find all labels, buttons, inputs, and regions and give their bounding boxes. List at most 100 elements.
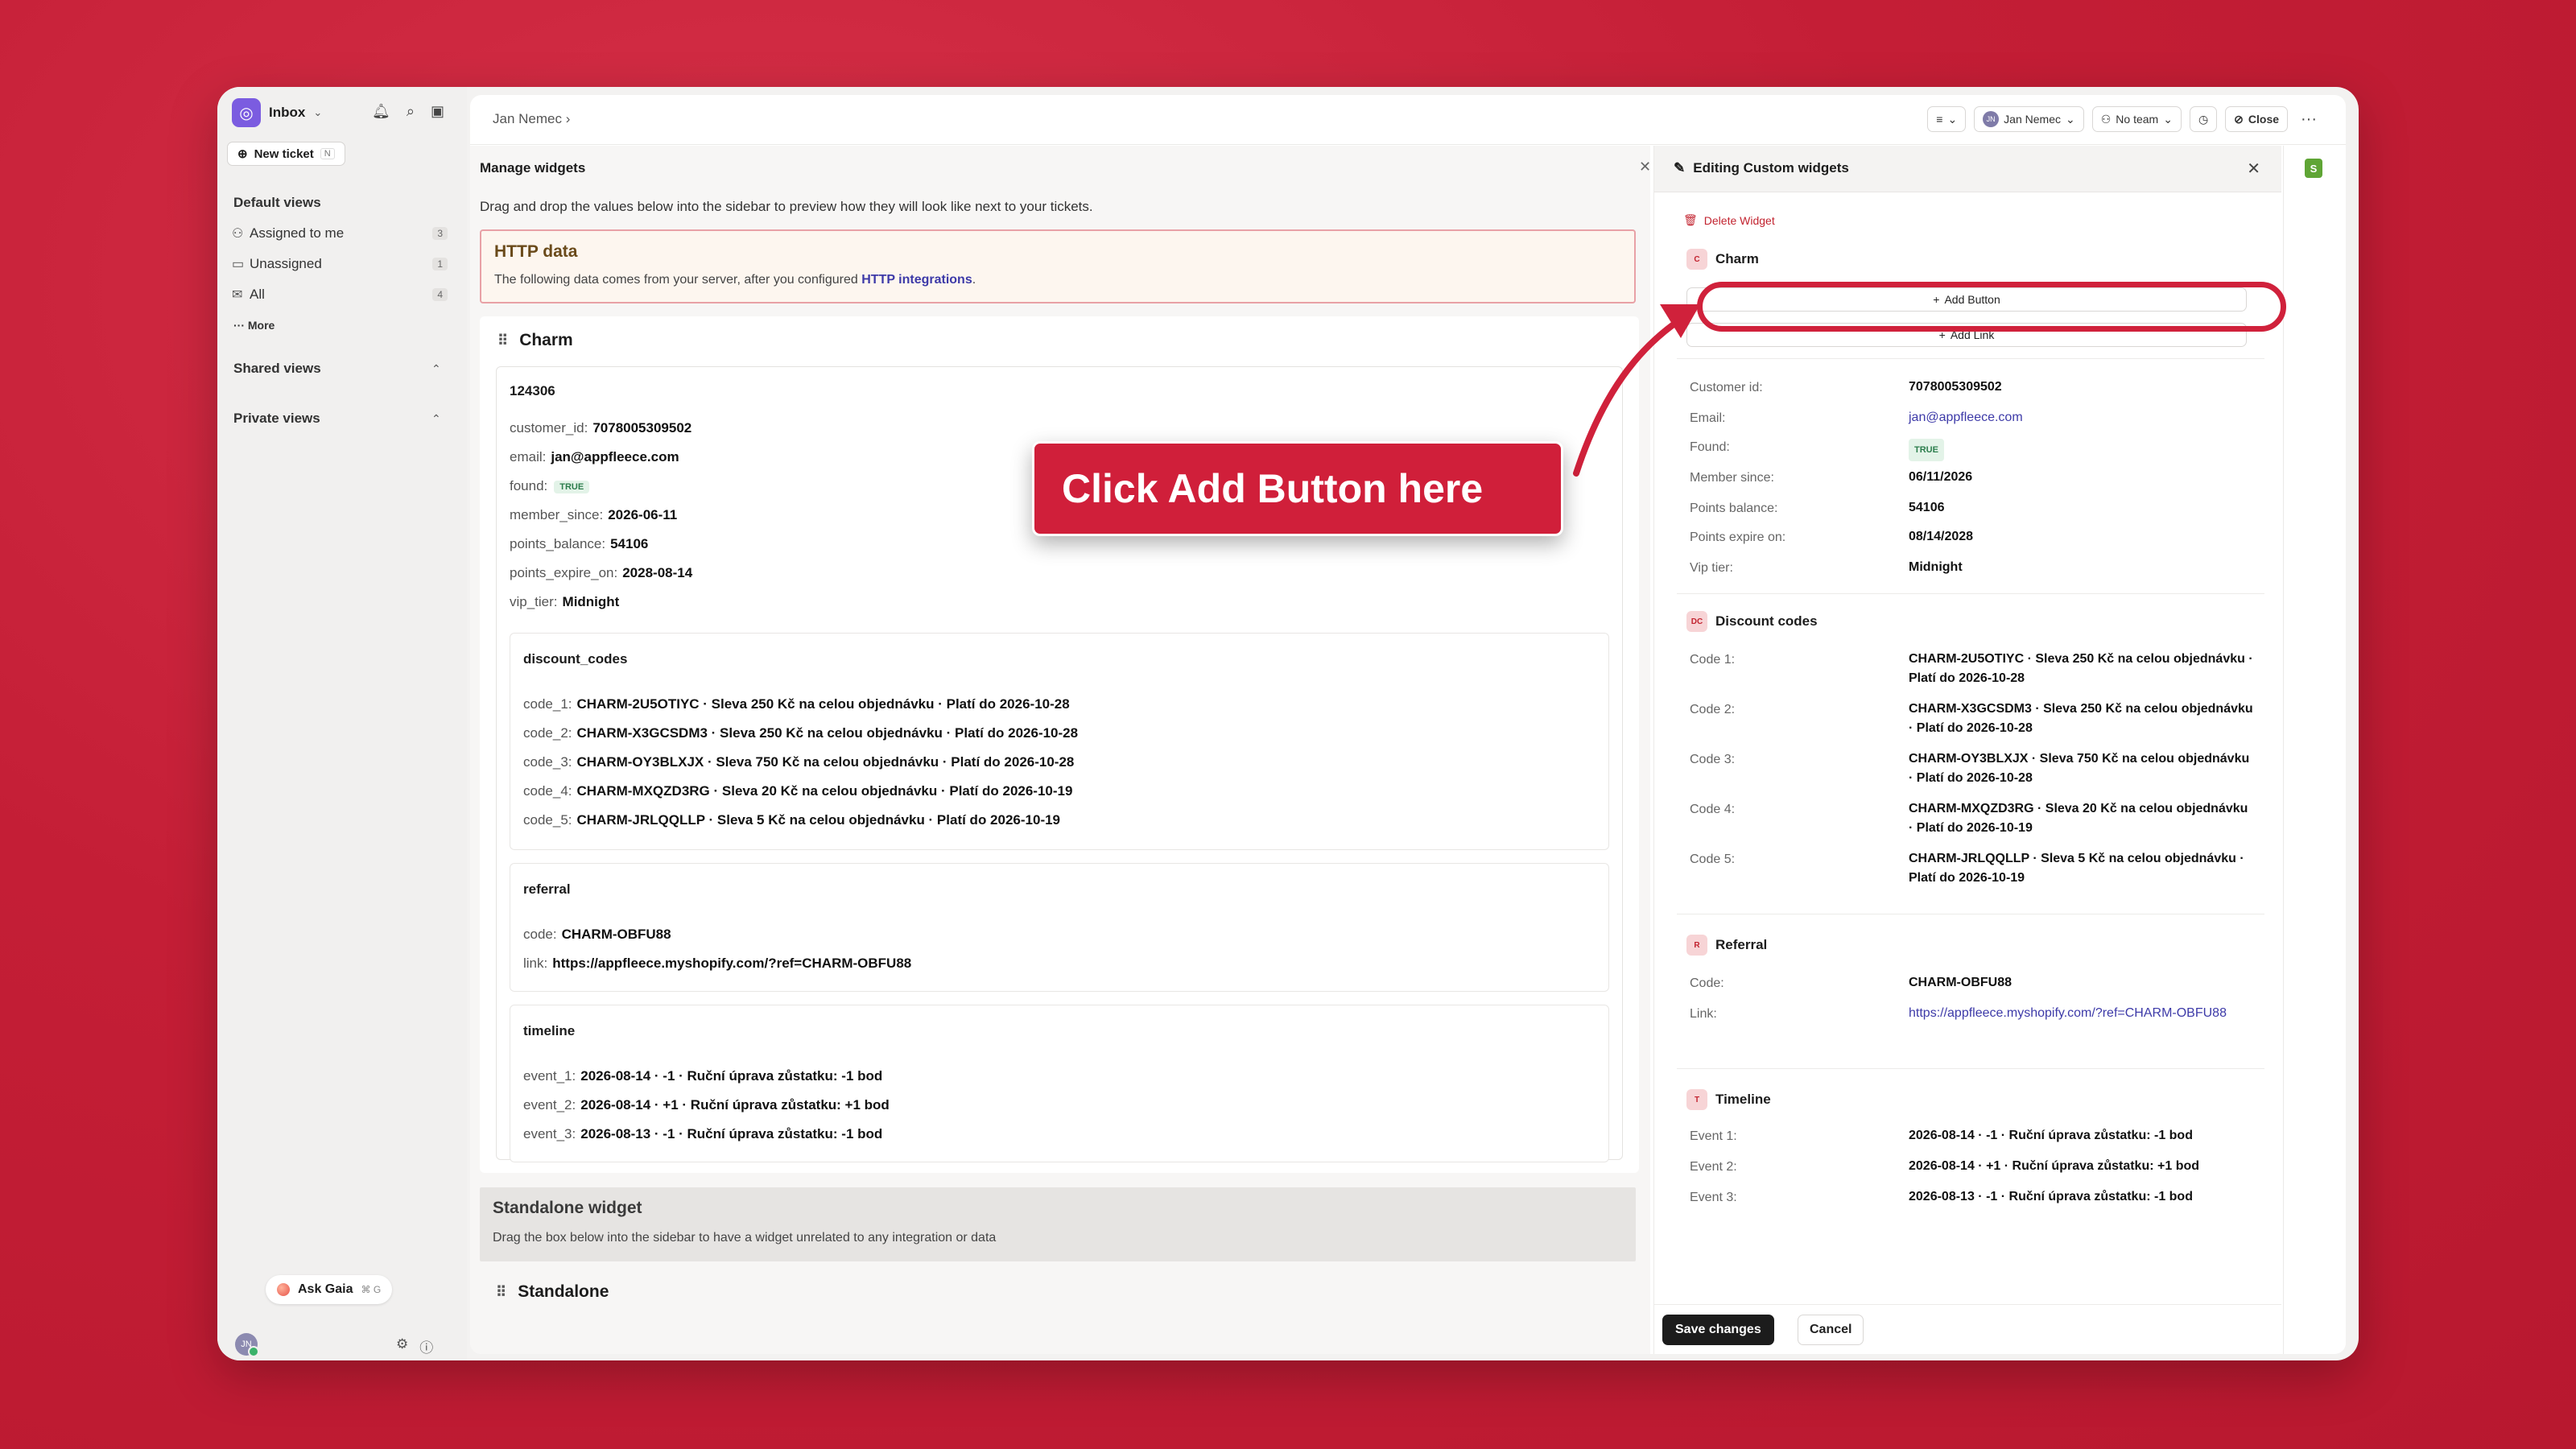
field-key: points_expire_on:: [510, 565, 618, 580]
http-desc-text: The following data comes from your serve…: [494, 273, 858, 287]
timeline-section-icon: T: [1686, 1089, 1707, 1110]
field-key: customer_id:: [510, 420, 588, 436]
user-icon: ⚇: [232, 227, 244, 241]
bell-icon[interactable]: 🔔︎: [372, 103, 390, 120]
sidebar-item-assigned[interactable]: ⚇ Assigned to me 3: [232, 225, 448, 242]
field-row[interactable]: found: TRUE: [510, 478, 590, 494]
new-ticket-button[interactable]: ⊕ New ticket N: [227, 142, 345, 166]
field-row[interactable]: event_1: 2026-08-14 · -1 · Ruční úprava z…: [523, 1068, 882, 1084]
close-ticket-button[interactable]: ⊘ Close: [2225, 106, 2289, 132]
http-integrations-link[interactable]: HTTP integrations: [861, 273, 972, 287]
chevron-up-icon[interactable]: ⌃: [431, 412, 441, 426]
help-icon[interactable]: ⓘ: [419, 1336, 433, 1356]
standalone-widget-card[interactable]: ⠿ Standalone: [496, 1282, 609, 1302]
field-value: 7078005309502: [1909, 380, 2002, 394]
discount-codes-group[interactable]: discount_codes code_1: CHARM-2U5OTIYC · S…: [510, 633, 1609, 850]
inbox-switcher[interactable]: ◎ Inbox ⌄: [232, 98, 322, 127]
field-row[interactable]: event_2: 2026-08-14 · +1 · Ruční úprava z…: [523, 1097, 890, 1113]
private-views-heading[interactable]: Private views: [233, 411, 320, 427]
field-label: Code 2:: [1690, 703, 1736, 716]
close-icon[interactable]: ✕: [2247, 159, 2260, 179]
field-row[interactable]: points_expire_on: 2028-08-14: [510, 565, 692, 581]
shared-views-heading[interactable]: Shared views: [233, 361, 321, 377]
team-select[interactable]: ⚇ No team ⌄: [2091, 106, 2182, 132]
field-row[interactable]: code_1: CHARM-2U5OTIYC · Sleva 250 Kč na …: [523, 696, 1070, 712]
charm-section-title: Charm: [1715, 251, 1759, 266]
field-row[interactable]: member_since: 2026-06-11: [510, 507, 677, 523]
sidebar-item-label: All: [250, 287, 265, 302]
field-value: CHARM-MXQZD3RG · Sleva 20 Kč na celou ob…: [576, 783, 1073, 799]
field-label: Event 3:: [1690, 1191, 1737, 1204]
divider: [1677, 358, 2264, 359]
charm-id: 124306: [510, 383, 555, 398]
cancel-button[interactable]: Cancel: [1798, 1315, 1864, 1345]
timeline-group[interactable]: timeline event_1: 2026-08-14 · -1 · Ruční…: [510, 1005, 1609, 1162]
referral-link[interactable]: https://appfleece.myshopify.com/?ref=CHA…: [1909, 1004, 2255, 1023]
team-icon: ⚇: [2100, 112, 2112, 126]
count-badge: 1: [432, 258, 448, 270]
field-value: 54106: [1909, 501, 1945, 514]
priority-icon: ≡: [1936, 113, 1943, 126]
mail-icon: ✉: [232, 288, 243, 302]
field-row[interactable]: email: jan@appfleece.com: [510, 449, 679, 465]
found-value: TRUE: [1909, 439, 2255, 461]
save-changes-button[interactable]: Save changes: [1662, 1315, 1774, 1345]
settings-icon[interactable]: ⚙: [396, 1336, 408, 1356]
drag-handle-icon[interactable]: ⠿: [497, 332, 508, 349]
field-value: CHARM-X3GCSDM3 · Sleva 250 Kč na celou o…: [1909, 702, 2253, 735]
field-key: code_1:: [523, 696, 572, 712]
field-row[interactable]: code_3: CHARM-OY3BLXJX · Sleva 750 Kč na …: [523, 754, 1074, 770]
field-value: Midnight: [562, 594, 620, 609]
field-row[interactable]: event_3: 2026-08-13 · -1 · Ruční úprava z…: [523, 1126, 882, 1142]
field-value: CHARM-OBFU88: [561, 927, 671, 942]
search-icon[interactable]: ⌕: [407, 103, 415, 120]
field-row[interactable]: link: https://appfleece.myshopify.com/?re…: [523, 956, 911, 972]
sidebar-item-unassigned[interactable]: ▭ Unassigned 1: [232, 256, 448, 272]
snooze-button[interactable]: ◷: [2189, 106, 2218, 132]
field-row[interactable]: vip_tier: Midnight: [510, 594, 619, 610]
http-data-notice: HTTP data The following data comes from …: [480, 229, 1636, 303]
field-value: CHARM-OBFU88: [1909, 976, 2012, 989]
field-label: Code 3:: [1690, 753, 1736, 766]
chevron-up-icon[interactable]: ⌃: [431, 362, 441, 376]
breadcrumb[interactable]: Jan Nemec ›: [493, 111, 570, 127]
field-row[interactable]: customer_id: 7078005309502: [510, 420, 691, 436]
field-row[interactable]: code_4: CHARM-MXQZD3RG · Sleva 20 Kč na c…: [523, 783, 1072, 799]
field-value: Midnight: [1909, 560, 1963, 574]
field-value: CHARM-X3GCSDM3 · Sleva 250 Kč na celou o…: [576, 725, 1079, 741]
ticket-actions: ≡ ⌄ JN Jan Nemec ⌄ ⚇ No team ⌄ ◷ ⊘ Close …: [1927, 106, 2322, 132]
field-label: Email:: [1690, 411, 1726, 425]
referral-section-icon: R: [1686, 935, 1707, 956]
field-row[interactable]: code: CHARM-OBFU88: [523, 927, 671, 943]
more-views-link[interactable]: ··· More: [233, 319, 275, 332]
group-title: timeline: [523, 1023, 576, 1038]
group-title: referral: [523, 881, 571, 897]
inbox-icon: ▭: [232, 258, 245, 271]
avatar[interactable]: JN: [235, 1333, 259, 1357]
close-icon[interactable]: ✕: [1639, 159, 1651, 175]
sidebar-item-label: Assigned to me: [250, 225, 345, 241]
field-row[interactable]: points_balance: 54106: [510, 536, 648, 552]
email-link[interactable]: jan@appfleece.com: [1909, 408, 2255, 427]
sidebar-toggle-icon[interactable]: ▣: [431, 103, 444, 120]
referral-group[interactable]: referral code: CHARM-OBFU88 link: https://…: [510, 863, 1609, 992]
sidebar-item-all[interactable]: ✉ All 4: [232, 287, 448, 303]
field-row[interactable]: code_5: CHARM-JRLQQLLP · Sleva 5 Kč na ce…: [523, 812, 1060, 828]
field-label: Code:: [1690, 976, 1724, 990]
field-row[interactable]: code_2: CHARM-X3GCSDM3 · Sleva 250 Kč na …: [523, 725, 1078, 741]
drag-handle-icon[interactable]: ⠿: [496, 1284, 506, 1301]
field-label: Points expire on:: [1690, 530, 1786, 544]
default-views-heading: Default views: [233, 195, 321, 210]
priority-select[interactable]: ≡ ⌄: [1927, 106, 1967, 132]
more-options-icon[interactable]: ···: [2296, 110, 2322, 129]
assignee-select[interactable]: JN Jan Nemec ⌄: [1974, 106, 2084, 132]
delete-widget-button[interactable]: 🗑︎ Delete Widget: [1683, 213, 1775, 227]
shortcut-hint: N: [320, 148, 335, 159]
field-value: 2028-08-14: [622, 565, 693, 580]
shopify-icon[interactable]: S: [2305, 159, 2322, 178]
ask-gaia-button[interactable]: Ask Gaia ⌘ G: [266, 1275, 393, 1304]
referral-section-header: R Referral: [1686, 935, 1767, 956]
field-value: CHARM-2U5OTIYC · Sleva 250 Kč na celou o…: [576, 696, 1070, 712]
field-value: 7078005309502: [592, 420, 692, 436]
standalone-title: Standalone widget: [493, 1199, 642, 1217]
